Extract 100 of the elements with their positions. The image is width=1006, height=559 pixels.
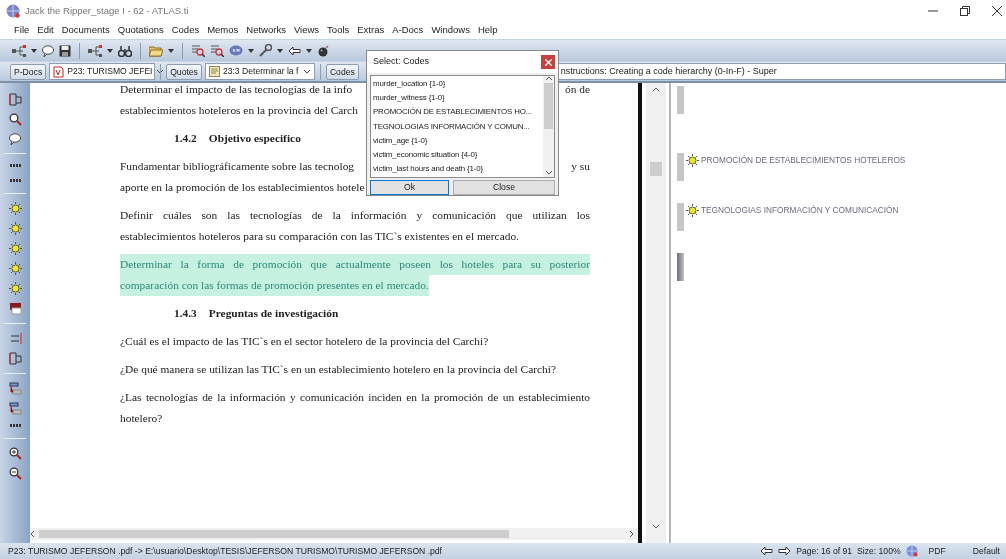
next-icon[interactable] xyxy=(778,546,792,556)
scroll-up-icon[interactable] xyxy=(544,76,553,81)
section-number: 1.4.2 xyxy=(174,131,197,146)
filter-icon[interactable] xyxy=(191,44,205,57)
tree-icon[interactable] xyxy=(88,44,102,57)
list-scrollbar[interactable] xyxy=(543,76,554,177)
caret-icon[interactable] xyxy=(277,48,283,53)
scroll-right-icon[interactable] xyxy=(629,530,634,538)
close-button[interactable]: Close xyxy=(453,180,555,195)
app-logo-icon xyxy=(6,4,20,18)
quotes-button[interactable]: Quotes xyxy=(166,63,202,80)
close-button[interactable] xyxy=(541,55,555,69)
text-line: hotelero? xyxy=(120,411,163,426)
section-number: 1.4.3 xyxy=(174,306,197,321)
layout-label: Default xyxy=(972,544,1000,558)
code-icon[interactable] xyxy=(8,282,22,295)
text-line: ¿Las tecnologías de la información y comunicación inciden en la promoción de un establecimiento xyxy=(120,390,590,405)
menu-item[interactable]: A-Docs xyxy=(388,23,428,38)
caret-icon[interactable] xyxy=(168,48,174,53)
menu-item[interactable]: Networks xyxy=(242,23,290,38)
caret-icon[interactable] xyxy=(306,48,312,53)
globe-icon xyxy=(905,545,918,557)
binoculars-icon[interactable] xyxy=(118,44,132,57)
scroll-down-icon[interactable] xyxy=(544,170,553,175)
text-line: Definir cuáles son las tecnologías de la información y comunicación que utilizan los xyxy=(120,208,590,223)
menu-item[interactable]: Quotations xyxy=(113,23,168,38)
restore-icon[interactable] xyxy=(960,6,970,16)
xml-icon[interactable] xyxy=(229,45,243,56)
page-indicator: Page: 16 of 91 xyxy=(796,544,853,558)
menu-item[interactable]: Extras xyxy=(353,23,389,38)
scroll-thumb[interactable] xyxy=(650,162,662,176)
dialog-title: Select: Codes xyxy=(373,55,430,69)
chevron-icon xyxy=(302,69,311,74)
save-icon[interactable] xyxy=(59,44,71,57)
text-line: Determinar el impacto de las tecnologías de la info xyxy=(120,82,353,97)
memo-dropdown[interactable]: nstructions: Creating a code hierarchy (0-In-F) - Super xyxy=(557,63,1006,80)
scroll-thumb[interactable] xyxy=(544,83,553,129)
horizontal-scrollbar[interactable] xyxy=(30,528,638,540)
zoom-in-icon[interactable] xyxy=(8,447,22,460)
folder-icon[interactable] xyxy=(149,44,163,57)
caret-icon[interactable] xyxy=(31,48,37,53)
menu-item[interactable]: Documents xyxy=(57,23,114,38)
section-heading: Objetivo especifico xyxy=(208,131,301,146)
list-icon[interactable] xyxy=(8,382,22,395)
code-icon[interactable] xyxy=(8,222,22,235)
list-icon[interactable] xyxy=(8,402,22,415)
chevron-icon xyxy=(155,69,164,74)
menu-item[interactable]: File xyxy=(10,23,34,38)
scroll-left-icon[interactable] xyxy=(30,530,35,538)
text-line: ¿Cuál es el impacto de las TIC`s en el sector hotelero de la provincia del Carchi? xyxy=(120,334,489,349)
pdf-icon xyxy=(53,65,65,78)
p-docs-button[interactable]: P-Docs xyxy=(10,63,47,80)
close-icon[interactable] xyxy=(992,6,1002,16)
menu-item[interactable]: Windows xyxy=(427,23,474,38)
code-label[interactable]: PROMOCIÓN DE ESTABLECIMIENTOS HOTELEROS xyxy=(701,153,906,167)
arrow-left-icon[interactable] xyxy=(288,45,301,56)
file-path: P23: TURISMO JEFERSON .pdf -> E:\usuario\Desktop\TESIS\JEFERSON TURISMO\TURISMO JEFERSON .pdf xyxy=(8,544,442,558)
code-icon[interactable] xyxy=(8,242,22,255)
text-line: Fundamentar bibliográficamente sobre las tecnolog xyxy=(120,159,355,174)
codes-button[interactable]: Codes xyxy=(325,63,359,80)
scroll-up-icon[interactable] xyxy=(652,87,660,92)
filter-icon[interactable] xyxy=(210,44,224,57)
menu-item[interactable]: Views xyxy=(289,23,324,38)
search-icon[interactable] xyxy=(8,113,22,126)
scroll-down-icon[interactable] xyxy=(652,524,660,529)
text-line: establecimientos hoteleros en la provincia del Carch xyxy=(120,103,358,118)
menu-item[interactable]: Edit xyxy=(33,23,58,38)
speech-bubble-icon[interactable] xyxy=(9,133,21,145)
memo-icon[interactable] xyxy=(8,302,22,315)
code-bar[interactable] xyxy=(677,253,684,281)
section-heading: Preguntas de investigación xyxy=(208,306,339,321)
menu-item[interactable]: Help xyxy=(473,23,502,38)
text-line: y su xyxy=(571,159,590,174)
text-line: establecimientos hoteleros para su comparación con las TIC`s existentes en el mercado. xyxy=(120,229,519,244)
bomb-icon[interactable] xyxy=(317,44,330,57)
menu-item[interactable]: Tools xyxy=(323,23,354,38)
text-line: ¿De qué manera se utilizan las TIC`s en un establecimiento hotelero en la provincia del Carchi? xyxy=(120,362,556,377)
code-icon[interactable] xyxy=(8,262,22,275)
quote-dropdown[interactable]: 23:3 Determinar la f xyxy=(204,63,315,80)
scroll-thumb[interactable] xyxy=(39,530,509,538)
zoom-size: Size: 100% xyxy=(857,544,901,558)
code-label[interactable]: TEGNOLOGIAS INFORMACIÓN Y COMUNICACIÓN xyxy=(701,203,899,217)
menu-item[interactable]: Codes xyxy=(167,23,204,38)
menu-item[interactable]: Memos xyxy=(203,23,243,38)
document-icon[interactable] xyxy=(8,352,22,365)
window-title: Jack the Ripper_stage I - 62 - ATLAS.ti xyxy=(25,3,189,18)
zoom-out-icon[interactable] xyxy=(8,467,22,480)
caret-icon[interactable] xyxy=(248,48,254,53)
speech-bubble-icon[interactable] xyxy=(42,44,54,57)
text-line: ón de xyxy=(565,82,590,97)
vertical-scrollbar[interactable] xyxy=(646,83,666,543)
previous-icon[interactable] xyxy=(760,546,774,556)
close-icon xyxy=(544,58,552,66)
ok-button[interactable]: Ok xyxy=(370,180,449,195)
hierarchy-icon[interactable] xyxy=(12,44,26,57)
code-icon xyxy=(686,203,699,217)
format-label: PDF xyxy=(928,544,946,558)
code-icon xyxy=(686,153,699,167)
caret-icon[interactable] xyxy=(107,48,113,53)
code-icon[interactable] xyxy=(8,202,22,215)
